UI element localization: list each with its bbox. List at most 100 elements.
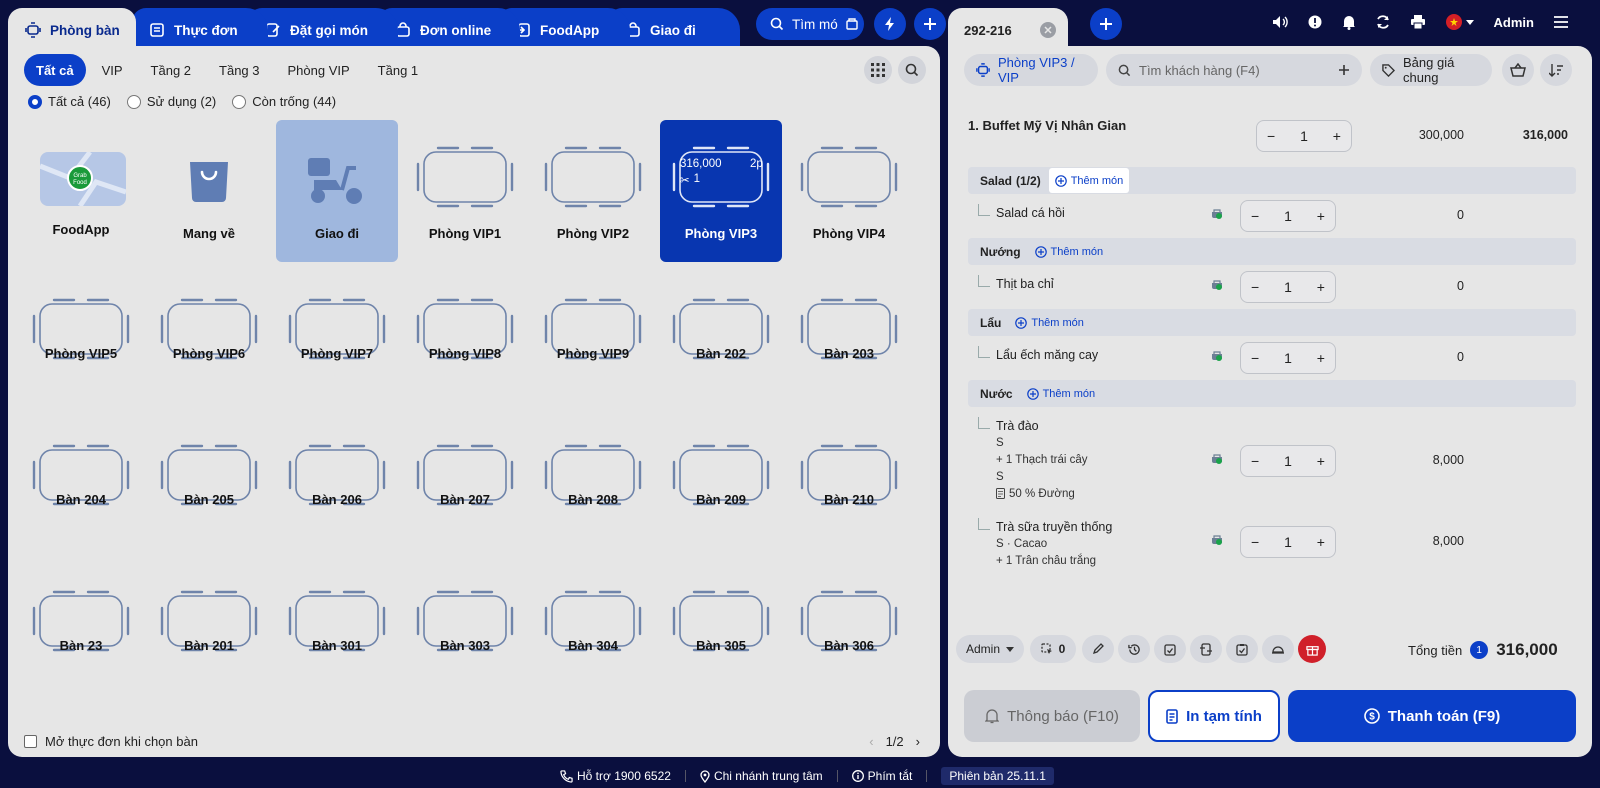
table-tile[interactable]: Bàn 202: [660, 268, 782, 410]
plus-icon[interactable]: +: [1317, 350, 1325, 366]
radio-su-dung[interactable]: Sử dụng (2): [126, 94, 216, 109]
table-tile[interactable]: Phòng VIP6: [148, 268, 270, 410]
item-qty-stepper[interactable]: −1 +: [1240, 445, 1336, 477]
item-qty-stepper[interactable]: −1 +: [1240, 271, 1336, 303]
kitchen-status-icon[interactable]: [1210, 279, 1224, 293]
table-tile[interactable]: Bàn 207: [404, 414, 526, 556]
filter-tang-1[interactable]: Tầng 1: [366, 54, 430, 86]
table-tile[interactable]: Bàn 305: [660, 560, 782, 702]
add-item-button[interactable]: Thêm món: [1021, 381, 1102, 406]
schedule-button[interactable]: [1154, 635, 1186, 663]
combo-qty-stepper[interactable]: −1 +: [1256, 120, 1352, 152]
support-link[interactable]: Hỗ trợ 1900 6522: [560, 769, 671, 783]
print-temp-bill-button[interactable]: In tạm tính: [1148, 690, 1280, 742]
plus-icon[interactable]: +: [1333, 128, 1341, 144]
plus-icon[interactable]: +: [1317, 208, 1325, 224]
plus-icon[interactable]: +: [1317, 453, 1325, 469]
sort-button[interactable]: [1540, 54, 1572, 86]
table-tile[interactable]: Phòng VIP2: [532, 120, 654, 262]
grid-view-button[interactable]: [864, 56, 892, 84]
admin-menu[interactable]: Admin: [1494, 15, 1534, 30]
split-bill-button[interactable]: [1226, 635, 1258, 663]
filter-tang-3[interactable]: Tầng 3: [207, 54, 271, 86]
filter-tat-ca[interactable]: Tất cả: [24, 54, 86, 86]
staff-selector[interactable]: Admin: [956, 635, 1024, 663]
minus-icon[interactable]: −: [1251, 208, 1259, 224]
table-tile[interactable]: Phòng VIP8: [404, 268, 526, 410]
add-order-button[interactable]: [1090, 8, 1122, 40]
serve-button[interactable]: [1262, 635, 1294, 663]
table-tile[interactable]: Bàn 23: [20, 560, 142, 702]
quick-order-button[interactable]: [874, 8, 906, 40]
table-tile[interactable]: Bàn 306: [788, 560, 910, 702]
tile-foodapp[interactable]: Grab Food FoodApp: [20, 120, 142, 262]
plus-icon[interactable]: +: [1317, 534, 1325, 550]
radio-tat-ca[interactable]: Tất cả (46): [28, 94, 111, 109]
chevron-left-icon[interactable]: ‹: [869, 734, 873, 749]
room-selector[interactable]: Phòng VIP3 / VIP: [964, 54, 1098, 86]
guest-count-button[interactable]: 0: [1030, 635, 1076, 663]
open-menu-option[interactable]: Mở thực đơn khi chọn bàn: [24, 734, 198, 749]
filter-vip[interactable]: VIP: [90, 54, 135, 86]
table-tile[interactable]: Phòng VIP4: [788, 120, 910, 262]
cart-button[interactable]: [1502, 54, 1534, 86]
table-tile[interactable]: Bàn 208: [532, 414, 654, 556]
minus-icon[interactable]: −: [1251, 350, 1259, 366]
minus-icon[interactable]: −: [1251, 279, 1259, 295]
bell-icon[interactable]: [1342, 14, 1356, 30]
alert-icon[interactable]: [1308, 15, 1322, 29]
table-tile[interactable]: Bàn 206: [276, 414, 398, 556]
close-icon[interactable]: [1039, 22, 1056, 38]
refresh-icon[interactable]: [1376, 15, 1390, 29]
table-tile[interactable]: Phòng VIP1: [404, 120, 526, 262]
kitchen-status-icon[interactable]: [1210, 208, 1224, 222]
table-tile[interactable]: Bàn 203: [788, 268, 910, 410]
filter-phong-vip[interactable]: Phòng VIP: [276, 54, 362, 86]
promotion-button[interactable]: [1298, 635, 1326, 663]
note-button[interactable]: [1082, 635, 1114, 663]
table-search-button[interactable]: [898, 56, 926, 84]
hamburger-icon[interactable]: [1554, 16, 1568, 28]
add-item-button[interactable]: Thêm món: [1029, 239, 1110, 264]
table-tile[interactable]: Bàn 210: [788, 414, 910, 556]
table-tile[interactable]: Bàn 204: [20, 414, 142, 556]
history-button[interactable]: [1118, 635, 1150, 663]
kitchen-status-icon[interactable]: [1210, 350, 1224, 364]
item-qty-stepper[interactable]: −1 +: [1240, 200, 1336, 232]
branch-link[interactable]: Chi nhánh trung tâm: [700, 769, 823, 783]
kitchen-status-icon[interactable]: [1210, 453, 1224, 467]
minus-icon[interactable]: −: [1251, 453, 1259, 469]
kitchen-status-icon[interactable]: [1210, 534, 1224, 548]
add-customer-icon[interactable]: [1338, 64, 1350, 76]
shortcuts-link[interactable]: Phím tắt: [851, 769, 912, 783]
printer-icon[interactable]: [1410, 15, 1426, 29]
menu-search-button[interactable]: Tìm mó: [756, 8, 864, 40]
volume-icon[interactable]: [1272, 15, 1288, 29]
add-tab-button[interactable]: [914, 8, 946, 40]
table-tile[interactable]: Bàn 301: [276, 560, 398, 702]
radio-con-trong[interactable]: Còn trống (44): [232, 94, 336, 109]
item-qty-stepper[interactable]: −1 +: [1240, 342, 1336, 374]
table-tile[interactable]: Phòng VIP9: [532, 268, 654, 410]
item-qty-stepper[interactable]: −1 +: [1240, 526, 1336, 558]
table-tile[interactable]: Phòng VIP5: [20, 268, 142, 410]
table-tile[interactable]: Phòng VIP7: [276, 268, 398, 410]
tile-mang-ve[interactable]: Mang về: [148, 120, 270, 262]
filter-tang-2[interactable]: Tầng 2: [139, 54, 203, 86]
table-tile[interactable]: Bàn 209: [660, 414, 782, 556]
table-tile[interactable]: Bàn 304: [532, 560, 654, 702]
notify-kitchen-button[interactable]: Thông báo (F10): [964, 690, 1140, 742]
tile-giao-di[interactable]: Giao đi: [276, 120, 398, 262]
minus-icon[interactable]: −: [1267, 128, 1275, 144]
add-item-button[interactable]: Thêm món: [1048, 168, 1130, 193]
plus-icon[interactable]: +: [1317, 279, 1325, 295]
table-tile[interactable]: Bàn 201: [148, 560, 270, 702]
table-tile[interactable]: Bàn 205: [148, 414, 270, 556]
transfer-button[interactable]: [1190, 635, 1222, 663]
vietnam-flag-icon[interactable]: [1445, 14, 1474, 30]
minus-icon[interactable]: −: [1251, 534, 1259, 550]
price-list-selector[interactable]: Bảng giá chung: [1370, 54, 1492, 86]
tile-phong-vip3[interactable]: 316,000 2p ✂ 1 Phòng VIP3: [660, 120, 782, 262]
checkout-button[interactable]: $ Thanh toán (F9): [1288, 690, 1576, 742]
chevron-right-icon[interactable]: ›: [916, 734, 920, 749]
